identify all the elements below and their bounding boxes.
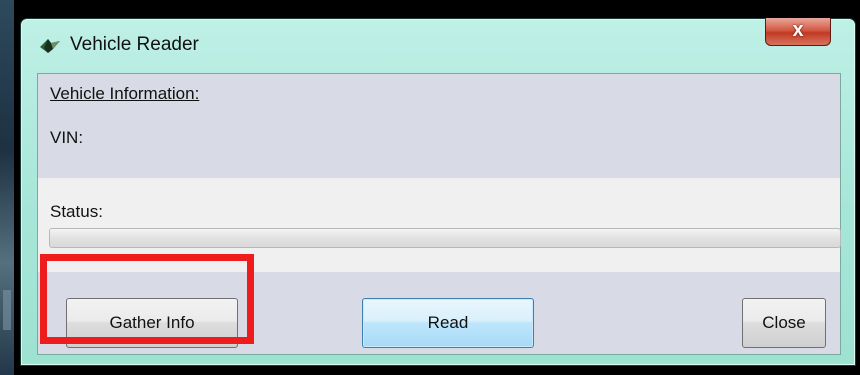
client-area: Vehicle Information: VIN: Status: Gather… [37,73,841,355]
status-progress-bar [49,228,841,248]
desktop-background [0,0,14,375]
close-button[interactable]: Close [742,298,826,348]
button-panel: Gather Info Read Close [38,272,840,354]
read-button[interactable]: Read [362,298,534,348]
vehicle-info-heading: Vehicle Information: [50,84,200,103]
window-close-button[interactable]: x [765,18,831,46]
title-bar[interactable]: Vehicle Reader x [21,18,855,69]
vehicle-info-panel: Vehicle Information: VIN: [38,74,840,178]
window-title: Vehicle Reader [70,34,199,55]
gather-info-button[interactable]: Gather Info [66,298,238,348]
vehicle-reader-window: Vehicle Reader x Vehicle Information: VI… [20,18,856,366]
app-icon [40,39,60,53]
status-label: Status: [50,202,103,221]
vin-label: VIN: [50,128,84,147]
